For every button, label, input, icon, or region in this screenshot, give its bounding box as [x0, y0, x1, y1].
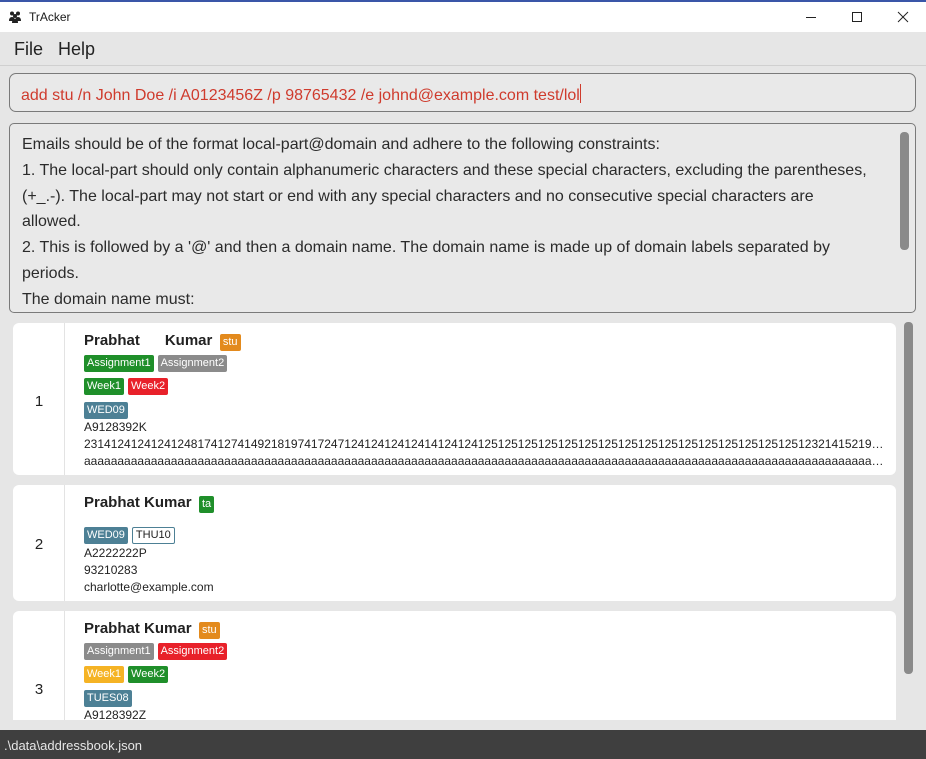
result-line: allowed.: [22, 213, 81, 231]
minimize-button[interactable]: [788, 2, 834, 32]
assignment-tag: Assignment1: [84, 643, 154, 660]
person-name: Prabhat Kumar: [84, 332, 213, 349]
role-tag: stu: [198, 622, 220, 639]
menu-help[interactable]: Help: [58, 39, 95, 60]
minimize-icon: [806, 17, 816, 18]
result-line: The domain name must:: [22, 290, 195, 308]
assignment-tag: Assignment2: [157, 643, 228, 660]
student-id: A9128392Z: [84, 708, 147, 720]
person-list: 1 Prabhat Kumar stu Assignment1 Assignmen…: [0, 318, 926, 720]
person-name: Prabhat Kumar: [84, 494, 192, 511]
text-caret: [579, 84, 581, 103]
group-icon: [9, 11, 21, 23]
week-tag: Week1: [84, 666, 125, 683]
list-scrollbar[interactable]: [904, 322, 913, 674]
result-line: periods.: [22, 264, 79, 282]
student-id: A2222222P: [84, 546, 147, 560]
phone-number: 93210283: [84, 563, 138, 577]
menu-file[interactable]: File: [14, 39, 43, 60]
week-tag: Week2: [128, 378, 169, 395]
result-text: Emails should be of the format local-par…: [22, 132, 888, 312]
tutorial-tag: WED09: [84, 527, 128, 544]
assignment-tag: Assignment2: [157, 355, 228, 372]
person-card[interactable]: 2 Prabhat Kumar ta WED09 THU10 A2222222P …: [13, 485, 896, 601]
command-text: add stu /n John Doe /i A0123456Z /p 9876…: [21, 87, 580, 104]
result-line: 1. The local-part should only contain al…: [22, 161, 867, 179]
menu-bar: File Help: [0, 32, 926, 66]
result-scrollbar[interactable]: [900, 132, 909, 250]
card-index-cell: 1: [13, 323, 65, 475]
result-line: (+_.-). The local-part may not start or …: [22, 187, 814, 205]
person-name: Prabhat Kumar: [84, 620, 192, 637]
close-icon: [897, 11, 909, 23]
email-address: aaaaaaaaaaaaaaaaaaaaaaaaaaaaaaaaaaaaaaaa…: [84, 454, 886, 468]
person-card[interactable]: 1 Prabhat Kumar stu Assignment1 Assignmen…: [13, 323, 896, 475]
person-card[interactable]: 3 Prabhat Kumar stu Assignment1 Assignmen…: [13, 611, 896, 720]
window-title: TrAcker: [29, 10, 71, 24]
student-id: A9128392K: [84, 420, 147, 434]
role-tag: stu: [219, 334, 241, 351]
maximize-icon: [852, 12, 862, 22]
command-input[interactable]: add stu /n John Doe /i A0123456Z /p 9876…: [9, 73, 916, 112]
week-tag: Week2: [128, 666, 169, 683]
maximize-button[interactable]: [834, 2, 880, 32]
close-button[interactable]: [880, 2, 926, 32]
card-index: 2: [34, 536, 44, 553]
result-line: 2. This is followed by a '@' and then a …: [22, 239, 831, 257]
tutorial-tag: THU10: [131, 527, 175, 544]
card-index-cell: 3: [13, 611, 65, 720]
card-index: 1: [34, 393, 44, 410]
tutorial-tag: WED09: [84, 402, 128, 419]
week-tag: Week1: [84, 378, 125, 395]
result-display[interactable]: Emails should be of the format local-par…: [9, 123, 916, 313]
status-bar: .\data\addressbook.json: [0, 730, 926, 759]
card-index: 3: [34, 681, 44, 698]
result-line: Emails should be of the format local-par…: [22, 136, 660, 153]
data-file-path: .\data\addressbook.json: [4, 738, 143, 753]
title-bar: TrAcker: [0, 0, 926, 32]
email-address: charlotte@example.com: [84, 580, 214, 594]
tutorial-tag: TUES08: [84, 690, 132, 707]
card-index-cell: 2: [13, 485, 65, 601]
phone-number: 2314124124124124817412741492181974172471…: [84, 437, 886, 451]
assignment-tag: Assignment1: [84, 355, 154, 372]
role-tag: ta: [198, 496, 215, 513]
